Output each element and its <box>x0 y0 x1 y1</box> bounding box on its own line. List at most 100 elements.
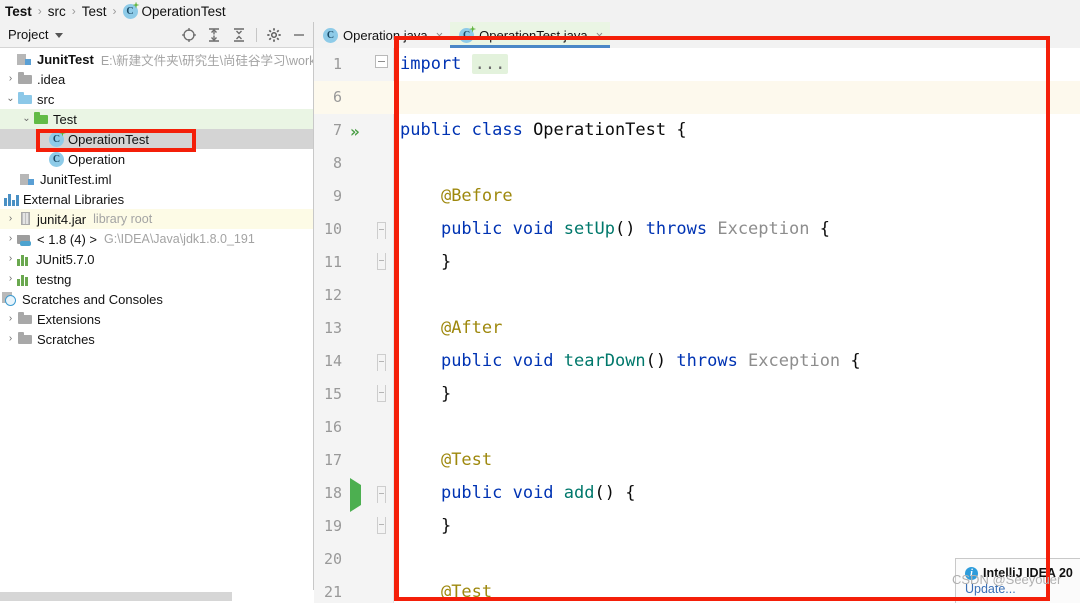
tree-item-iml[interactable]: JunitTest.iml <box>0 169 313 189</box>
code-text: @After <box>440 318 503 338</box>
code-line-19[interactable]: 19 } <box>314 510 1080 543</box>
tree-item-testng[interactable]: › testng <box>0 269 313 289</box>
tree-item-junit4-jar[interactable]: › junit4.jar library root <box>0 209 313 229</box>
close-icon[interactable]: × <box>596 28 604 43</box>
line-number: 17 <box>323 451 342 469</box>
source-folder-icon <box>17 91 33 107</box>
tree-item-external-libraries[interactable]: External Libraries <box>0 189 313 209</box>
breadcrumb-separator: › <box>37 4 42 18</box>
line-number: 18 <box>323 484 342 502</box>
code-editor[interactable]: 1 import ... 6 7 » public class Operatio… <box>314 48 1080 603</box>
fold-region-start-icon[interactable] <box>375 352 388 371</box>
fold-region-end-icon[interactable] <box>375 253 388 272</box>
scratches-icon <box>2 291 18 307</box>
chevron-right-icon[interactable]: › <box>4 274 17 284</box>
chevron-right-icon[interactable]: › <box>4 334 17 344</box>
line-number: 10 <box>323 220 342 238</box>
breadcrumb-item-1[interactable]: src <box>45 4 69 19</box>
fold-collapsed-icon[interactable] <box>375 55 388 74</box>
test-class-icon: C <box>49 131 64 147</box>
code-line-18[interactable]: 18 public void add() { <box>314 477 1080 512</box>
chevron-down-icon[interactable]: ⌄ <box>4 94 17 104</box>
chevron-right-icon[interactable]: › <box>4 74 17 84</box>
code-line-6[interactable]: 6 <box>314 81 1080 114</box>
tree-item-operationtest[interactable]: C OperationTest <box>0 129 313 149</box>
libraries-icon <box>4 192 19 206</box>
chevron-right-icon[interactable]: › <box>4 234 17 244</box>
tab-label: Operation.java <box>343 27 428 43</box>
code-text: @Before <box>440 186 513 206</box>
fold-region-end-icon[interactable] <box>375 517 388 536</box>
line-number: 19 <box>323 517 342 535</box>
project-panel-toolbar <box>181 27 307 43</box>
collapse-all-icon[interactable] <box>231 27 247 43</box>
sdk-icon <box>17 232 33 246</box>
breadcrumb-separator: › <box>71 4 76 18</box>
project-panel-hscrollbar[interactable] <box>0 590 314 603</box>
chevron-right-icon[interactable]: › <box>4 214 17 224</box>
tab-operationtest-java[interactable]: C OperationTest.java × <box>450 22 611 48</box>
line-number: 20 <box>323 550 342 568</box>
code-line-8[interactable]: 8 <box>314 147 1080 180</box>
code-line-17[interactable]: 17 @Test <box>314 444 1080 477</box>
code-text: } <box>440 516 452 536</box>
code-line-15[interactable]: 15 } <box>314 378 1080 411</box>
toolbar-divider <box>256 27 257 42</box>
breadcrumb-item-2[interactable]: Test <box>79 4 110 19</box>
tree-item-scratches[interactable]: › Scratches <box>0 329 313 349</box>
breadcrumb-separator: › <box>112 4 117 18</box>
tree-item-operation[interactable]: C Operation <box>0 149 313 169</box>
fold-region-start-icon[interactable] <box>375 220 388 239</box>
code-line-16[interactable]: 16 <box>314 411 1080 444</box>
code-line-7[interactable]: 7 » public class OperationTest { <box>314 114 1080 147</box>
expand-all-icon[interactable] <box>206 27 222 43</box>
tree-item-label: Test <box>53 111 77 127</box>
locate-icon[interactable] <box>181 27 197 43</box>
idea-window: Test › src › Test › C OperationTest Proj… <box>0 0 1080 603</box>
tree-item-test-folder[interactable]: ⌄ Test <box>0 109 313 129</box>
folder-icon <box>17 71 33 87</box>
code-line-14[interactable]: 14 public void tearDown() throws Excepti… <box>314 345 1080 378</box>
code-line-13[interactable]: 13 @After <box>314 312 1080 345</box>
fold-region-end-icon[interactable] <box>375 385 388 404</box>
tree-item-label: src <box>37 91 55 107</box>
code-line-12[interactable]: 12 <box>314 279 1080 312</box>
chevron-down-icon[interactable] <box>55 33 64 38</box>
hide-panel-icon[interactable] <box>291 27 307 43</box>
folder-icon <box>17 331 33 347</box>
tree-item-src[interactable]: ⌄ src <box>0 89 313 109</box>
tree-item-junittest[interactable]: JunitTest E:\新建文件夹\研究生\尚硅谷学习\workspa <box>0 49 313 69</box>
settings-gear-icon[interactable] <box>266 27 282 43</box>
annotation-vertical-line <box>394 40 399 601</box>
breadcrumb-label: OperationTest <box>141 3 226 19</box>
chevron-down-icon[interactable]: ⌄ <box>20 114 33 124</box>
tab-operation-java[interactable]: C Operation.java × <box>314 22 450 48</box>
tree-item-scratches-consoles[interactable]: Scratches and Consoles <box>0 289 313 309</box>
test-class-icon: C <box>459 27 475 43</box>
fold-region-start-icon[interactable] <box>375 484 388 503</box>
code-line-1[interactable]: 1 import ... <box>314 48 1080 81</box>
code-line-10[interactable]: 10 public void setUp() throws Exception … <box>314 213 1080 246</box>
code-line-11[interactable]: 11 } <box>314 246 1080 279</box>
tree-item-jdk[interactable]: › < 1.8 (4) > G:\IDEA\Java\jdk1.8.0_191 <box>0 229 313 249</box>
code-line-9[interactable]: 9 @Before <box>314 180 1080 213</box>
editor-area: C Operation.java × C OperationTest.java … <box>314 22 1080 603</box>
project-panel: Project JunitTest E:\新建文件夹\研究生\尚硅谷学习\wor… <box>0 22 314 603</box>
tree-item-extensions[interactable]: › Extensions <box>0 309 313 329</box>
breadcrumb-item-3[interactable]: C OperationTest <box>120 3 229 19</box>
chevron-right-icon[interactable]: › <box>4 254 17 264</box>
project-panel-title: Project <box>8 27 49 42</box>
code-text: public class OperationTest { <box>400 120 687 140</box>
breadcrumb-item-0[interactable]: Test <box>2 4 35 19</box>
tree-item-label: Extensions <box>37 311 101 327</box>
run-all-tests-icon[interactable]: » <box>350 122 367 140</box>
tree-item-label: JUnit5.7.0 <box>36 251 95 267</box>
chevron-right-icon[interactable]: › <box>4 314 17 324</box>
project-tree[interactable]: JunitTest E:\新建文件夹\研究生\尚硅谷学习\workspa › .… <box>0 49 313 589</box>
close-icon[interactable]: × <box>436 28 444 43</box>
line-number: 11 <box>323 253 342 271</box>
tree-item-idea[interactable]: › .idea <box>0 69 313 89</box>
run-test-icon[interactable] <box>350 478 367 512</box>
folder-icon <box>17 311 33 327</box>
tree-item-junit5[interactable]: › JUnit5.7.0 <box>0 249 313 269</box>
